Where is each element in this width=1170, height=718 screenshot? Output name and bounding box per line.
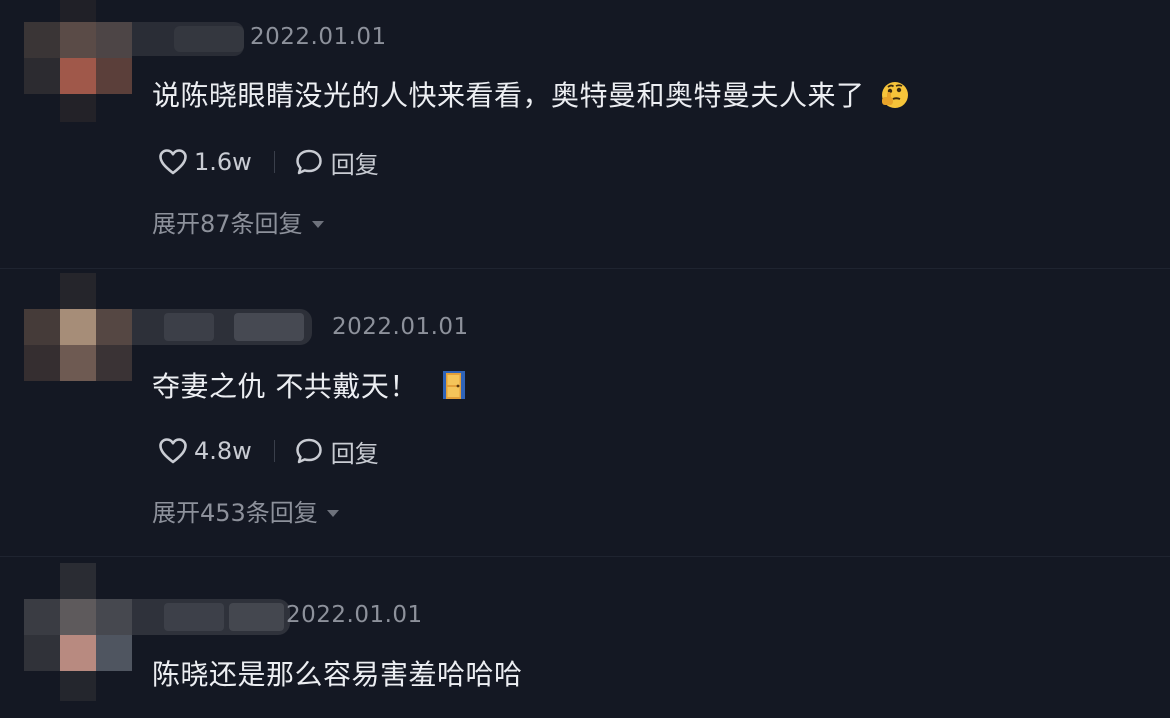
comment-text-content: 夺妻之仇 不共戴天！ [152,370,418,403]
caret-down-icon [311,208,325,236]
comment-date: 2022.01.01 [250,24,387,50]
expand-replies-label: 展开87条回复 [152,210,303,238]
comment-text: 说陈晓眼睛没光的人快来看看，奥特曼和奥特曼夫人来了 [152,74,911,117]
like-count: 1.6w [194,148,252,176]
caret-down-icon [326,497,340,525]
like-button[interactable]: 4.8w [158,437,252,465]
comment-item: 2022.01.01 说陈晓眼睛没光的人快来看看，奥特曼和奥特曼夫人来了 1.6… [0,0,1170,268]
comment-date: 2022.01.01 [286,602,423,628]
comment-text-content: 说陈晓眼睛没光的人快来看看，奥特曼和奥特曼夫人来了 [152,79,865,112]
comment-actions: 4.8w 回复 [158,434,379,468]
comment-actions: 1.6w 回复 [158,145,379,179]
comment-text-content: 陈晓还是那么容易害羞哈哈哈 [152,658,523,691]
reply-button[interactable]: 回复 [295,145,379,180]
comment-list: 2022.01.01 说陈晓眼睛没光的人快来看看，奥特曼和奥特曼夫人来了 1.6… [0,0,1170,718]
reply-label: 回复 [330,439,379,468]
action-divider [273,440,275,462]
reply-button[interactable]: 回复 [295,434,379,469]
like-button[interactable]: 1.6w [158,148,252,176]
speech-bubble-icon [295,148,323,176]
heart-icon [158,437,188,465]
comment-text: 陈晓还是那么容易害羞哈哈哈 [152,653,523,693]
comment-item: 2022.01.01 夺妻之仇 不共戴天！ 4.8w 回复 展开453条回复 [0,269,1170,555]
thinking-face-emoji-icon [879,78,911,117]
heart-icon [158,148,188,176]
expand-replies-button[interactable]: 展开87条回复 [152,204,325,239]
like-count: 4.8w [194,437,252,465]
reply-label: 回复 [330,150,379,179]
comment-date: 2022.01.01 [332,314,469,340]
comment-item: 2022.01.01 陈晓还是那么容易害羞哈哈哈 [0,557,1170,718]
expand-replies-label: 展开453条回复 [152,499,318,527]
comment-text: 夺妻之仇 不共戴天！ [152,365,468,408]
expand-replies-button[interactable]: 展开453条回复 [152,493,340,528]
action-divider [273,151,275,173]
door-emoji-icon [440,369,468,408]
speech-bubble-icon [295,437,323,465]
